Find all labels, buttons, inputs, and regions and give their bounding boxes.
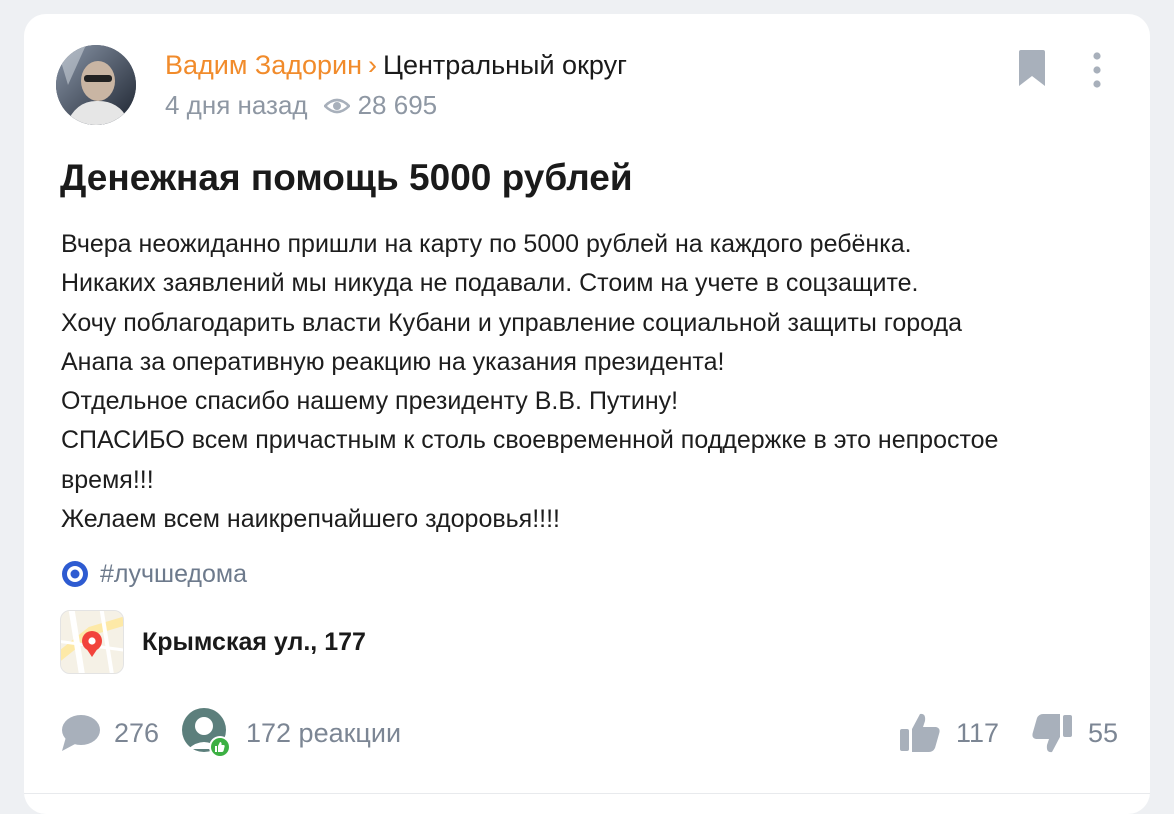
post-meta: 4 дня назад 28 695 [165, 90, 437, 121]
hashtag-dot-icon [60, 559, 90, 589]
comment-icon [60, 713, 102, 753]
post-time: 4 дня назад [165, 90, 308, 120]
dislike-button[interactable]: 55 [1030, 708, 1118, 758]
body-line: Хочу поблагодарить власти Кубани и управ… [61, 308, 962, 337]
footer-divider [24, 793, 1150, 794]
bookmark-icon[interactable] [1017, 49, 1047, 92]
body-line: Вчера неожиданно пришли на карту по 5000… [61, 230, 912, 258]
body-line: Никаких заявлений мы никуда не подавали.… [61, 269, 919, 298]
post-footer: 276 172 реакции 117 55 [60, 708, 1120, 758]
views-count: 28 695 [357, 90, 438, 120]
author-name[interactable]: Вадим Задорин [165, 50, 362, 80]
map-thumbnail [60, 610, 124, 674]
likes-count: 117 [956, 717, 1000, 748]
body-line: Желаем всем наикрепчайшего здоровья!!!! [61, 505, 560, 534]
body-line: СПАСИБО всем причастным к столь своеврем… [61, 426, 999, 455]
body-line: Отдельное спасибо нашему президенту В.В.… [61, 387, 679, 416]
dislikes-count: 55 [1088, 717, 1119, 748]
district-link[interactable]: Центральный округ [383, 50, 627, 80]
location-link[interactable]: Крымская ул., 177 [60, 610, 366, 674]
post-header: Вадим Задорин › Центральный округ [165, 50, 627, 81]
eye-icon [323, 97, 350, 115]
more-vertical-icon[interactable] [1090, 50, 1104, 95]
hashtag-text: #лучшедома [100, 559, 248, 588]
body-line: Анапа за оперативную реакцию на указания… [61, 347, 725, 376]
post-card: Вадим Задорин › Центральный округ 4 дня на… [24, 14, 1150, 814]
post-body: Вчера неожиданно пришли на карту по 5000… [61, 225, 1131, 539]
thumbs-up-icon [898, 711, 942, 755]
reactions-count: 172 реакции [246, 717, 402, 748]
hashtag-link[interactable]: #лучшедома [60, 559, 247, 589]
avatar-image [56, 45, 136, 125]
body-line: время!!! [61, 465, 154, 494]
like-button[interactable]: 117 [898, 708, 999, 758]
comments-button[interactable]: 276 [60, 708, 159, 758]
comments-count: 276 [114, 717, 160, 748]
author-avatar[interactable] [56, 45, 136, 125]
reaction-icon [180, 707, 232, 759]
thumbs-down-icon [1030, 711, 1074, 755]
breadcrumb-separator: › [368, 50, 378, 80]
reactions-button[interactable]: 172 реакции [180, 708, 401, 758]
location-address: Крымская ул., 177 [142, 627, 366, 656]
post-title: Денежная помощь 5000 рублей [60, 157, 633, 198]
